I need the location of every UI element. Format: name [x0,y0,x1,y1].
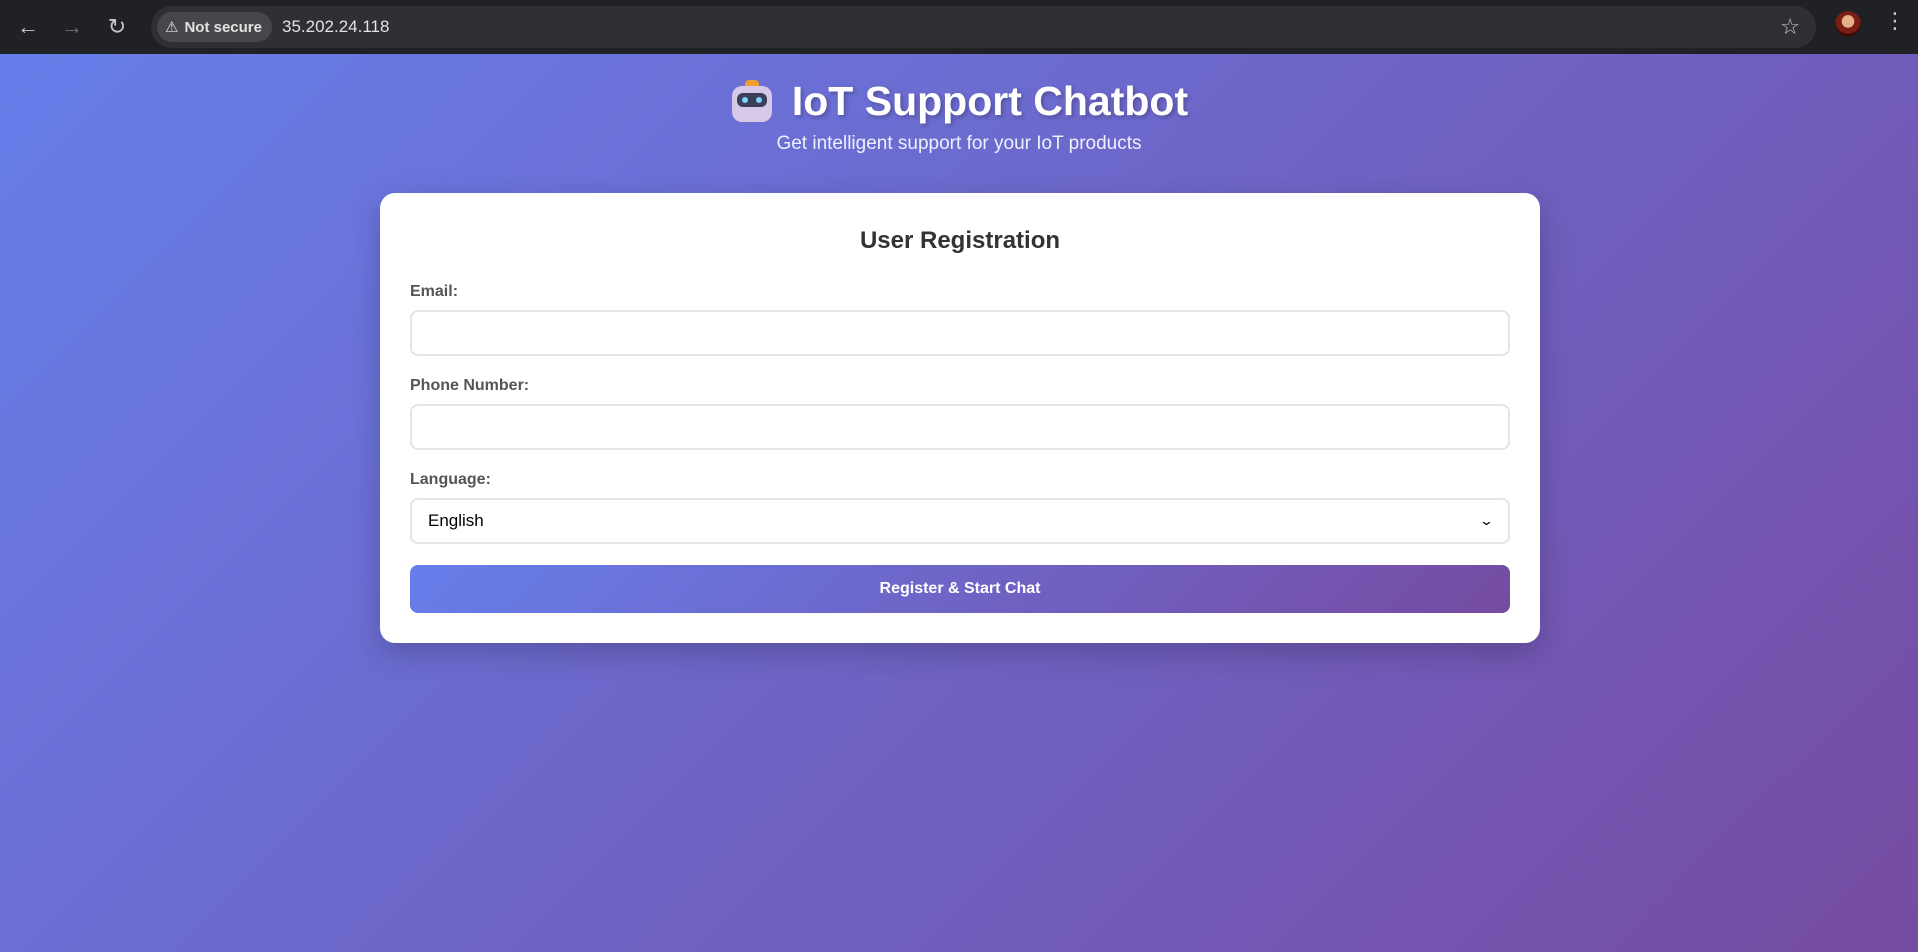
email-group: Email: [410,283,1510,356]
language-label: Language: [410,471,491,488]
chevron-down-icon: ⌄ [1478,513,1495,528]
page-header: IoT Support Chatbot Get intelligent supp… [0,54,1918,155]
phone-field[interactable] [410,404,1510,450]
forward-arrow-icon[interactable]: → [52,7,92,47]
registration-form: Email: Phone Number: Language: English ⌄… [410,283,1510,613]
page-title-text: IoT Support Chatbot [791,78,1189,124]
browser-toolbar: ← → ↻ ⚠ Not secure 35.202.24.118 ☆ ⋮ [0,0,1918,54]
star-icon[interactable]: ☆ [1780,14,1800,40]
registration-card: User Registration Email: Phone Number: L… [380,193,1540,643]
warning-icon: ⚠ [165,19,179,36]
robot-icon [730,79,774,124]
page-subtitle: Get intelligent support for your IoT pro… [776,133,1142,154]
phone-label: Phone Number: [410,377,530,394]
reload-icon[interactable]: ↻ [97,7,137,47]
address-bar[interactable]: ⚠ Not secure 35.202.24.118 ☆ [151,6,1816,48]
security-label: Not secure [184,18,262,36]
url-text[interactable]: 35.202.24.118 [282,17,389,37]
phone-group: Phone Number: [410,377,1510,450]
page: IoT Support Chatbot Get intelligent supp… [0,54,1918,952]
back-arrow-icon[interactable]: ← [8,7,48,47]
language-group: Language: English ⌄ [410,471,1510,544]
language-select[interactable]: English ⌄ [410,498,1510,544]
registration-title: User Registration [859,227,1061,254]
security-chip[interactable]: ⚠ Not secure [157,12,272,42]
menu-icon[interactable]: ⋮ [1880,8,1910,34]
register-button[interactable]: Register & Start Chat [410,565,1510,613]
page-title: IoT Support Chatbot [0,54,1918,125]
email-field[interactable] [410,310,1510,356]
language-selected-value: English [428,511,484,530]
email-label: Email: [410,283,459,300]
avatar[interactable] [1835,11,1861,37]
